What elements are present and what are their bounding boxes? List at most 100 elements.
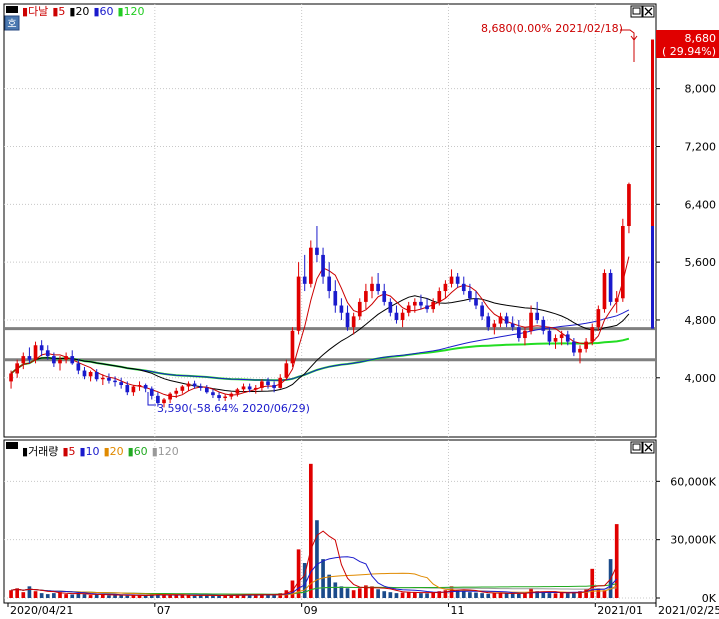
current-price-badge: 8,680 ( 29.94%) — [656, 30, 719, 58]
volume-bar — [9, 590, 13, 598]
candle-body — [535, 312, 540, 320]
volume-bar — [21, 592, 26, 598]
price-tick-label: 5,600 — [685, 256, 717, 269]
candle-body — [39, 345, 44, 351]
price-panel-restore-button[interactable] — [630, 5, 643, 18]
candle-body — [211, 392, 215, 396]
candle-body — [333, 291, 338, 306]
volume-bar — [474, 592, 478, 598]
x-tick-label: 09 — [304, 604, 318, 617]
volume-bar — [553, 593, 558, 598]
candle-body — [180, 386, 185, 391]
legend-entry: 60 — [100, 5, 114, 18]
volume-panel-close-button[interactable] — [642, 441, 655, 454]
legend-entry: 거래량 — [28, 445, 58, 458]
candle-body — [412, 301, 417, 306]
stock-chart: 8,000 7,200 6,400 5,600 4,800 4,000 60,000K 30… — [3, 3, 719, 617]
price-tick-label: 4,800 — [685, 314, 717, 327]
volume-tick-label: 30,000K — [670, 534, 716, 547]
volume-bar — [400, 592, 405, 598]
candle-body — [198, 386, 203, 388]
candle-body — [217, 395, 221, 399]
x-axis: 2020/04/21 07 09 11 2021/01 2021/02/25 — [7, 603, 719, 617]
candle-body — [119, 382, 124, 386]
candle-body — [33, 345, 38, 360]
volume-bar — [107, 595, 111, 598]
candle-body — [614, 298, 619, 302]
candle-body — [278, 377, 283, 388]
price-panel-settings-icon[interactable]: 호 — [4, 15, 20, 31]
price-tick-label: 4,000 — [685, 372, 717, 385]
volume-bar — [547, 593, 552, 598]
candle-body — [547, 330, 552, 342]
candle-body — [76, 363, 81, 371]
candle-body — [247, 386, 252, 390]
candle-body — [406, 305, 411, 313]
candle-body — [241, 386, 246, 390]
volume-bar — [308, 463, 313, 598]
volume-panel-menu-button[interactable] — [6, 442, 18, 449]
volume-axis: 60,000K30,000K0K — [656, 475, 717, 605]
candle-body — [58, 359, 62, 364]
volume-bar — [88, 595, 93, 598]
candle-body — [364, 291, 368, 302]
candle-body — [204, 387, 209, 393]
candle-body — [223, 396, 228, 399]
candle-body — [357, 301, 362, 317]
svg-text:호: 호 — [7, 18, 16, 30]
candle-body — [64, 356, 68, 360]
candle-body — [168, 393, 172, 400]
price-tick-label: 7,200 — [685, 140, 717, 153]
volume-bar — [559, 592, 564, 598]
candle-body — [21, 356, 26, 364]
price-panel-frame — [3, 3, 657, 438]
high-annotation-label: 8,680(0.00% 2021/02/18) — [481, 22, 623, 35]
volume-bar — [394, 593, 399, 598]
volume-bar — [357, 588, 362, 598]
candle-body — [394, 312, 399, 320]
volume-bar — [327, 574, 332, 598]
candle-body — [131, 386, 136, 393]
legend-entry: 20 — [110, 445, 124, 458]
price-panel-close-button[interactable] — [642, 5, 655, 18]
volume-bar — [94, 594, 99, 598]
candle-body — [382, 291, 387, 302]
candle-body — [620, 226, 625, 299]
x-tick-label: 11 — [450, 604, 464, 617]
volume-bar — [52, 593, 56, 598]
volume-bar — [168, 595, 172, 598]
candle-body — [235, 389, 240, 394]
volume-bar — [70, 594, 75, 598]
candle-body — [302, 276, 307, 284]
candle-body — [510, 323, 515, 328]
candle-body — [419, 301, 423, 306]
volume-bar — [376, 589, 380, 598]
volume-bar — [64, 594, 68, 598]
volume-bar — [82, 594, 87, 598]
candle-body — [260, 381, 264, 388]
candle-body — [541, 319, 546, 331]
candle-body — [94, 372, 99, 380]
candle-body — [425, 305, 429, 310]
legend-entry: 10 — [86, 445, 100, 458]
candle-body — [351, 316, 356, 328]
volume-bar — [296, 549, 301, 598]
volume-bar — [351, 590, 356, 598]
volume-bar — [211, 595, 215, 598]
candle-body — [272, 385, 276, 388]
x-tick-label: 2021/02/25 — [658, 604, 719, 617]
candle-body — [437, 291, 442, 302]
candle-body — [492, 323, 497, 328]
volume-bar — [565, 593, 570, 598]
candle-body — [370, 283, 374, 292]
candle-body — [308, 247, 313, 284]
volume-bar — [388, 592, 393, 598]
candle-body — [602, 272, 607, 310]
price-panel-menu-button[interactable] — [6, 6, 18, 13]
candle-body — [296, 276, 301, 331]
volume-panel-restore-button[interactable] — [630, 441, 643, 454]
candle-body — [52, 356, 56, 364]
volume-bar — [425, 593, 429, 598]
candle-body — [45, 350, 50, 357]
legend-entry: 5 — [69, 445, 76, 458]
